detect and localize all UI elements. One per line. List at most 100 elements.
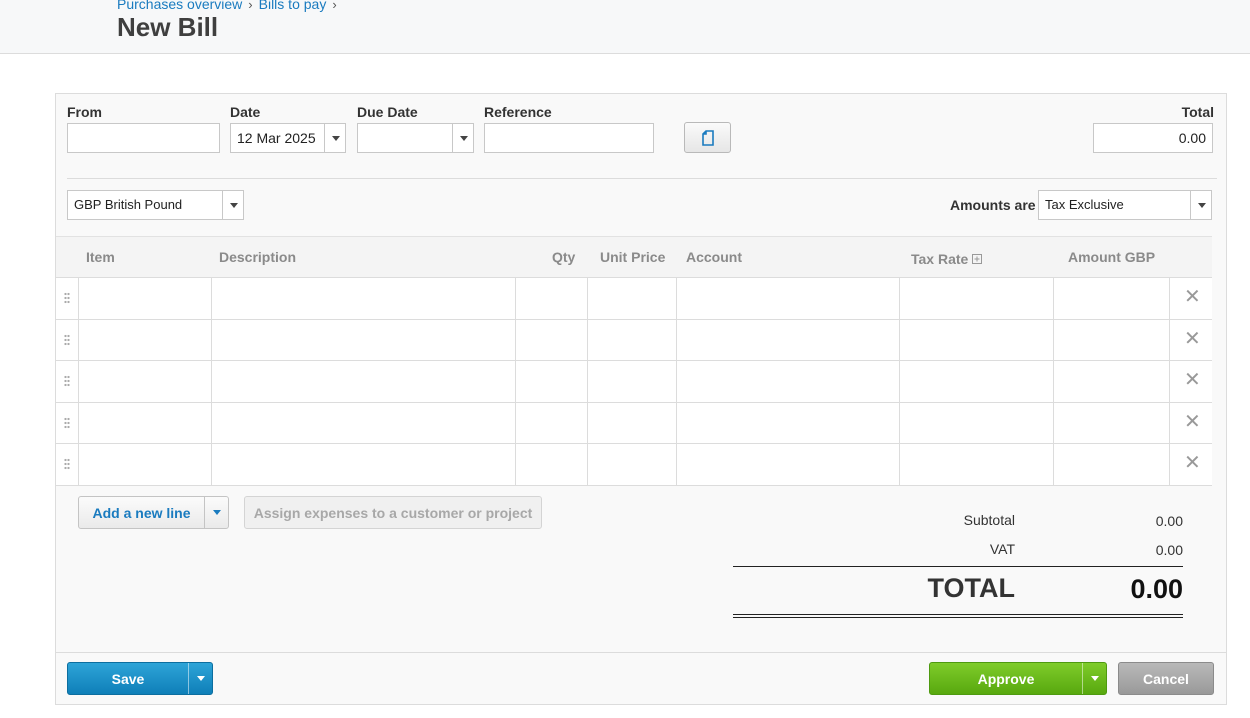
vat-value: 0.00 [1155,542,1183,558]
drag-cell[interactable] [56,402,79,443]
drag-handle-icon[interactable] [64,458,70,470]
item-cell[interactable] [79,361,212,402]
from-field[interactable] [67,123,220,153]
item-cell[interactable] [79,402,212,443]
cancel-button[interactable]: Cancel [1118,662,1214,695]
amounts-are-select[interactable]: Tax Exclusive [1038,190,1212,220]
drag-handle-icon[interactable] [64,292,70,304]
drag-handle-icon[interactable] [64,333,70,346]
assign-expenses-button[interactable]: Assign expenses to a customer or project [244,496,542,529]
chevron-down-icon [459,135,468,141]
close-icon[interactable]: ✕ [1184,453,1201,473]
tax-rate-cell[interactable] [900,278,1054,319]
currency-value: GBP British Pound [74,197,183,212]
column-amount: Amount GBP [1068,249,1156,265]
breadcrumb-bills-to-pay[interactable]: Bills to pay [259,0,327,12]
breadcrumb: Purchases overview › Bills to pay › [117,0,343,12]
approve-dropdown-button[interactable] [1082,663,1106,694]
due-date-field[interactable] [357,123,474,153]
chevron-down-icon [1090,676,1099,681]
chevron-down-icon [1197,202,1206,208]
unit-price-cell[interactable] [588,361,677,402]
copy-button[interactable] [684,122,731,153]
plus-box-icon[interactable] [972,254,983,264]
qty-cell[interactable] [516,319,588,360]
line-items-header: Item Description Qty Unit Price Account … [56,236,1212,277]
save-button[interactable]: Save [67,662,213,695]
unit-price-cell[interactable] [588,319,677,360]
account-cell[interactable] [677,319,900,360]
add-line-dropdown-button[interactable] [204,497,228,528]
amount-cell[interactable] [1054,361,1170,402]
add-new-line-button[interactable]: Add a new line [78,496,229,529]
table-row: ✕ [56,444,1212,486]
account-cell[interactable] [677,361,900,402]
close-icon[interactable]: ✕ [1184,287,1201,307]
drag-cell[interactable] [56,319,79,360]
amounts-are-label: Amounts are [950,197,1036,213]
tax-rate-cell[interactable] [900,444,1054,485]
from-label: From [67,104,102,120]
drag-handle-icon[interactable] [64,416,70,429]
total-label: Total [1181,104,1214,120]
drag-cell[interactable] [56,278,79,319]
table-row: ✕ [56,319,1212,361]
totals-double-line [733,617,1183,618]
copy-icon [701,129,714,146]
account-cell[interactable] [677,278,900,319]
amount-cell[interactable] [1054,278,1170,319]
amounts-are-dropdown-button[interactable] [1190,190,1212,220]
tax-rate-cell[interactable] [900,319,1054,360]
account-cell[interactable] [677,444,900,485]
total-field[interactable]: 0.00 [1093,123,1213,153]
subtotal-label: Subtotal [963,512,1015,528]
currency-select[interactable]: GBP British Pound [67,190,244,220]
unit-price-cell[interactable] [588,402,677,443]
amount-cell[interactable] [1054,402,1170,443]
amount-cell[interactable] [1054,319,1170,360]
close-icon[interactable]: ✕ [1184,329,1201,349]
divider [67,178,1217,179]
vat-label: VAT [989,541,1015,557]
due-date-dropdown-button[interactable] [452,123,474,153]
description-cell[interactable] [212,278,516,319]
reference-field[interactable] [484,123,654,153]
save-dropdown-button[interactable] [188,663,212,694]
amount-cell[interactable] [1054,444,1170,485]
column-tax-rate[interactable]: Tax Rate [911,251,983,267]
unit-price-cell[interactable] [588,278,677,319]
unit-price-cell[interactable] [588,444,677,485]
close-icon[interactable]: ✕ [1184,370,1201,390]
qty-cell[interactable] [516,402,588,443]
column-qty: Qty [552,249,576,265]
bill-form-panel: From Date Due Date Reference Total 12 Ma… [55,93,1227,705]
description-cell[interactable] [212,361,516,402]
page-header: Purchases overview › Bills to pay › New Bil… [0,0,1250,54]
item-cell[interactable] [79,444,212,485]
table-row: ✕ [56,402,1212,444]
column-item: Item [86,249,115,265]
description-cell[interactable] [212,444,516,485]
approve-button[interactable]: Approve [929,662,1107,695]
qty-cell[interactable] [516,278,588,319]
item-cell[interactable] [79,319,212,360]
drag-cell[interactable] [56,444,79,485]
description-cell[interactable] [212,319,516,360]
close-icon[interactable]: ✕ [1184,412,1201,432]
tax-rate-cell[interactable] [900,361,1054,402]
description-cell[interactable] [212,402,516,443]
qty-cell[interactable] [516,361,588,402]
item-cell[interactable] [79,278,212,319]
date-field[interactable]: 12 Mar 2025 [230,123,346,153]
drag-cell[interactable] [56,361,79,402]
qty-cell[interactable] [516,444,588,485]
breadcrumb-purchases-overview[interactable]: Purchases overview [117,0,242,12]
account-cell[interactable] [677,402,900,443]
drag-handle-icon[interactable] [64,375,70,387]
currency-dropdown-button[interactable] [222,190,244,220]
chevron-down-icon [212,510,221,515]
tax-rate-cell[interactable] [900,402,1054,443]
due-date-label: Due Date [357,104,418,120]
date-dropdown-button[interactable] [324,123,346,153]
date-label: Date [230,104,261,120]
